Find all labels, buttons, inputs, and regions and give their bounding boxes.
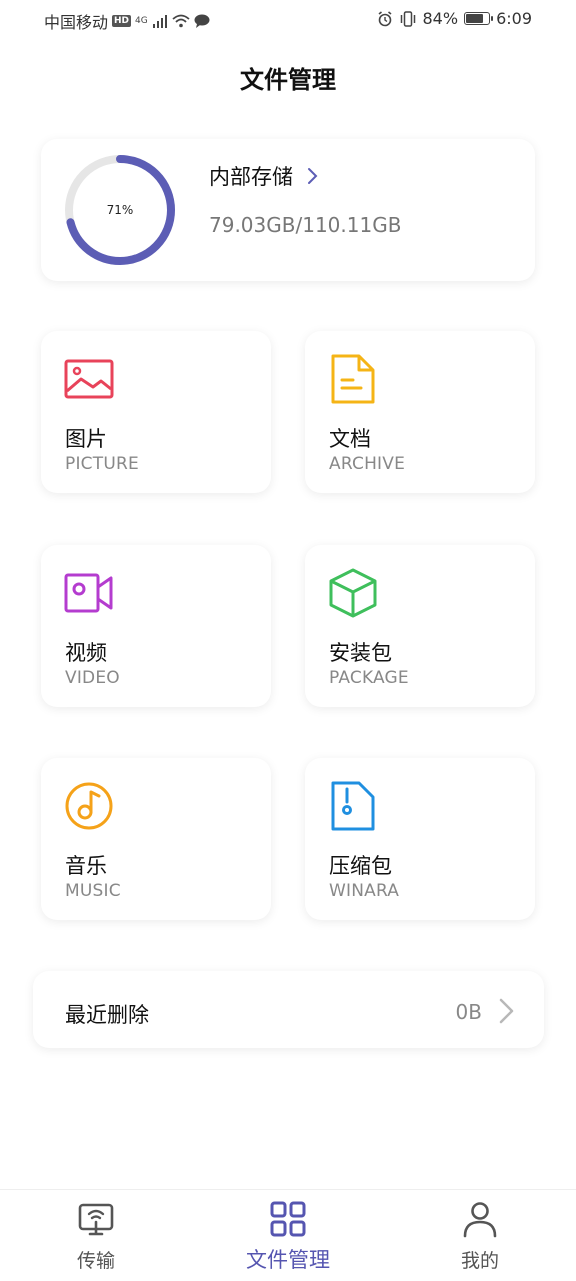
bottom-nav: 传输 文件管理 我的: [0, 1189, 576, 1281]
storage-title-row[interactable]: 内部存储: [209, 161, 319, 191]
category-name: 视频: [65, 641, 107, 665]
category-subtitle: ARCHIVE: [329, 454, 406, 474]
category-name: 文档: [329, 427, 371, 451]
vibrate-icon: [400, 10, 415, 27]
signal-icon: [152, 15, 167, 28]
nav-tab-file-manager[interactable]: 文件管理: [228, 1200, 348, 1274]
category-name: 安装包: [329, 641, 392, 665]
category-package-card[interactable]: 安装包 PACKAGE: [305, 545, 535, 707]
internal-storage-card[interactable]: 71% 内部存储 79.03GB/110.11GB: [41, 139, 535, 281]
carrier-label: 中国移动: [44, 13, 109, 32]
status-left: 中国移动 HD 4G: [44, 9, 210, 33]
alarm-icon: [378, 10, 391, 26]
nav-tab-transfer[interactable]: 传输: [36, 1200, 156, 1273]
recently-deleted-row[interactable]: 最近删除 0B: [33, 971, 544, 1048]
category-archive-card[interactable]: 文档 ARCHIVE: [305, 331, 535, 493]
status-bar: 中国移动 HD 4G 84% 6:09: [0, 0, 576, 40]
package-box-icon: [329, 568, 377, 618]
clock: 6:09: [496, 9, 532, 28]
chevron-right-icon: [308, 168, 318, 184]
nav-tab-mine[interactable]: 我的: [420, 1200, 540, 1273]
category-name: 音乐: [65, 854, 107, 878]
page-title: 文件管理: [240, 66, 336, 94]
zip-file-icon: [331, 781, 375, 831]
category-picture-card[interactable]: 图片 PICTURE: [41, 331, 271, 493]
category-zip-card[interactable]: 压缩包 WINARA: [305, 758, 535, 920]
storage-title: 内部存储: [209, 165, 293, 189]
recently-deleted-label: 最近删除: [65, 1003, 149, 1027]
music-disc-icon: [65, 782, 113, 830]
category-subtitle: MUSIC: [65, 881, 121, 901]
grid-icon: [270, 1201, 306, 1237]
hd-badge: HD: [112, 15, 132, 27]
person-icon: [463, 1202, 497, 1238]
category-subtitle: WINARA: [329, 881, 400, 901]
transfer-icon: [78, 1203, 114, 1236]
picture-icon: [64, 359, 114, 399]
category-subtitle: PICTURE: [65, 454, 139, 474]
chevron-right-icon: [499, 998, 514, 1024]
document-icon: [331, 354, 375, 404]
category-name: 压缩包: [329, 854, 392, 878]
video-icon: [64, 573, 113, 613]
network-type-label: 4G: [135, 16, 148, 26]
nav-label-transfer: 传输: [76, 1250, 115, 1272]
storage-percent: 71%: [106, 203, 134, 217]
category-name: 图片: [65, 427, 107, 451]
category-music-card[interactable]: 音乐 MUSIC: [41, 758, 271, 920]
message-icon: [194, 14, 210, 28]
battery-icon: [464, 12, 494, 25]
battery-level: [466, 14, 483, 23]
category-subtitle: VIDEO: [65, 668, 120, 688]
category-subtitle: PACKAGE: [329, 668, 409, 688]
category-video-card[interactable]: 视频 VIDEO: [41, 545, 271, 707]
storage-size: 79.03GB/110.11GB: [209, 213, 402, 237]
wifi-icon: [172, 14, 190, 28]
nav-label-file-manager: 文件管理: [246, 1248, 330, 1272]
nav-label-mine: 我的: [460, 1250, 499, 1272]
battery-percent: 84%: [422, 9, 459, 28]
recently-deleted-size: 0B: [455, 1000, 482, 1024]
status-right: 84% 6:09: [377, 9, 532, 28]
